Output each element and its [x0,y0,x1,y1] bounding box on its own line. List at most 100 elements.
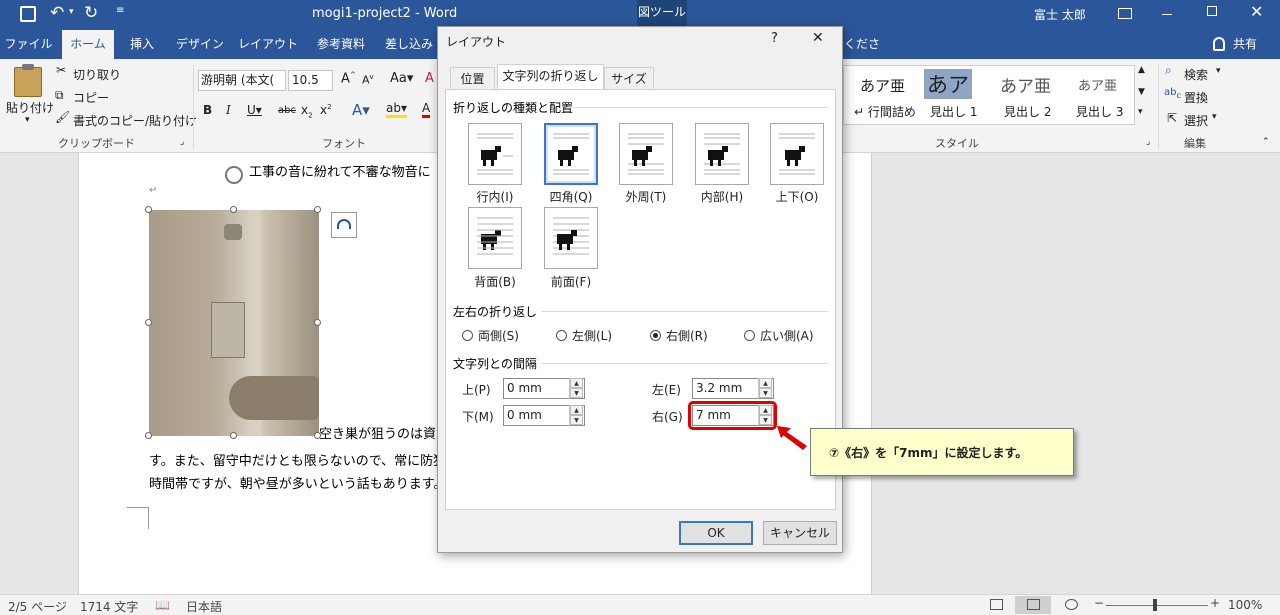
cut-icon[interactable]: ✂ [56,63,66,77]
resize-handle[interactable] [230,432,237,439]
style-heading1[interactable]: 見出し 1 [930,103,977,120]
select-dropdown-icon[interactable]: ▾ [1212,112,1217,122]
collapse-ribbon-icon[interactable]: ⌃ [1262,137,1270,147]
tab-insert[interactable]: 挿入 [120,30,164,59]
paste-icon[interactable] [14,67,42,97]
tab-layout[interactable]: レイアウト [236,30,300,59]
styles-scroll-down-icon[interactable]: ▼ [1138,87,1145,97]
redo-icon[interactable]: ↻ [84,3,98,23]
tab-design[interactable]: デザイン [170,30,230,59]
dialog-close-button[interactable]: ✕ [812,30,824,46]
resize-handle[interactable] [145,432,152,439]
spin-up-icon[interactable]: ▲ [570,405,583,415]
wrap-inline-option[interactable] [468,123,522,185]
wrap-left-radio[interactable] [556,330,567,341]
tab-position[interactable]: 位置 [450,67,495,89]
tab-file[interactable]: ファイル [0,30,57,59]
wrap-front-option[interactable] [544,207,598,269]
doc-line-1[interactable]: 工事の音に紛れて不審な物音に [249,161,431,180]
resize-handle[interactable] [145,319,152,326]
wrap-behind-label[interactable]: 背面(B) [458,273,532,290]
wrap-largest-side-label[interactable]: 広い側(A) [760,327,814,344]
person-icon[interactable] [1213,37,1225,51]
styles-scroll-up-icon[interactable]: ▲ [1138,65,1145,75]
maximize-icon[interactable] [1207,6,1217,16]
wrap-through-label[interactable]: 内部(H) [685,188,759,205]
wrap-behind-option[interactable] [468,207,522,269]
help-button[interactable]: ? [771,31,778,46]
language-indicator[interactable]: 日本語 [186,598,222,615]
close-window-icon[interactable]: ✕ [1250,2,1263,21]
share-button[interactable]: 共有 [1228,30,1262,59]
find-button[interactable]: 検索 [1184,66,1208,83]
spin-down-icon[interactable]: ▼ [570,388,583,398]
paste-button[interactable]: 貼り付け [6,99,54,116]
highlight-icon[interactable]: ab▾ [386,101,407,118]
word-count[interactable]: 1714 文字 [80,598,138,615]
underline-icon[interactable]: U▾ [247,103,262,117]
style-preview-heading3[interactable]: あア亜 [1078,75,1117,94]
wrap-right-radio[interactable] [650,330,661,341]
minimize-icon[interactable] [1162,14,1172,15]
wrap-tight-label[interactable]: 外周(T) [609,188,683,205]
page-count[interactable]: 2/5 ページ [8,598,67,615]
customize-qat-icon[interactable]: ≡ [116,5,124,16]
grow-font-icon[interactable]: A^ [341,71,356,86]
spin-up-icon[interactable]: ▲ [570,378,583,388]
styles-more-icon[interactable]: ▾ [1138,107,1143,117]
proofing-icon[interactable]: 📖 [155,598,170,612]
tab-references[interactable]: 参考資料 [306,30,376,59]
select-button[interactable]: 選択 [1184,112,1208,129]
zoom-slider-thumb[interactable] [1153,599,1157,611]
spin-down-icon[interactable]: ▼ [759,388,772,398]
wrap-both-sides-label[interactable]: 両側(S) [478,327,519,344]
read-mode-icon[interactable] [990,599,1003,610]
clear-format-icon[interactable]: A [425,71,434,86]
style-preview-heading2[interactable]: あア亜 [1000,72,1051,97]
undo-dropdown-icon[interactable]: ▾ [69,7,74,17]
zoom-level[interactable]: 100% [1228,598,1262,612]
paste-dropdown-icon[interactable]: ▾ [25,115,30,125]
style-heading2[interactable]: 見出し 2 [1004,103,1051,120]
wrap-right-label[interactable]: 右側(R) [666,327,708,344]
undo-icon[interactable]: ↶ [50,3,64,23]
wrap-square-label[interactable]: 四角(Q) [534,188,608,205]
save-icon[interactable] [20,6,36,22]
user-name[interactable]: 富士 太郎 [1034,6,1086,23]
find-dropdown-icon[interactable]: ▾ [1216,66,1221,76]
wrap-top-bottom-option[interactable] [770,123,824,185]
replace-button[interactable]: 置換 [1184,89,1208,106]
wrap-top-bottom-label[interactable]: 上下(O) [760,188,834,205]
style-preview-heading1[interactable]: あア [924,69,972,99]
font-color-icon[interactable]: A [422,101,431,118]
spin-up-icon[interactable]: ▲ [759,378,772,388]
resize-handle[interactable] [145,206,152,213]
superscript-icon[interactable]: x2 [320,103,332,117]
format-painter-icon[interactable]: 🖌 [55,110,70,124]
style-heading3[interactable]: 見出し 3 [1076,103,1123,120]
wrap-front-label[interactable]: 前面(F) [534,273,608,290]
wrap-tight-option[interactable] [619,123,673,185]
tab-mailings[interactable]: 差し込み [382,30,436,59]
wrap-square-option[interactable] [544,123,598,185]
resize-handle[interactable] [314,206,321,213]
italic-icon[interactable]: I [226,103,231,117]
cut-button[interactable]: 切り取り [73,66,121,83]
wrap-through-option[interactable] [695,123,749,185]
select-icon[interactable]: ⇱ [1167,111,1177,125]
text-effects-icon[interactable]: A▾ [352,101,370,119]
zoom-slider[interactable] [1106,605,1208,606]
doc-line-3[interactable]: 時間帯ですが、朝や昼が多いという話もあります。 [149,473,446,492]
distance-bottom-spinner[interactable]: ▲ ▼ [569,405,583,426]
resize-handle[interactable] [314,319,321,326]
strikethrough-icon[interactable]: abc [278,105,296,116]
zoom-out-icon[interactable]: − [1094,596,1104,610]
wrap-largest-side-radio[interactable] [744,330,755,341]
web-layout-icon[interactable] [1065,599,1078,610]
find-icon[interactable]: ⌕ [1165,63,1172,78]
style-preview-no-spacing[interactable]: あア亜 [860,75,905,96]
door-photo[interactable] [149,210,319,436]
shrink-font-icon[interactable]: Av [362,73,374,87]
font-name-select[interactable]: 游明朝 (本文( [198,70,286,91]
ribbon-display-icon[interactable] [1118,8,1132,19]
